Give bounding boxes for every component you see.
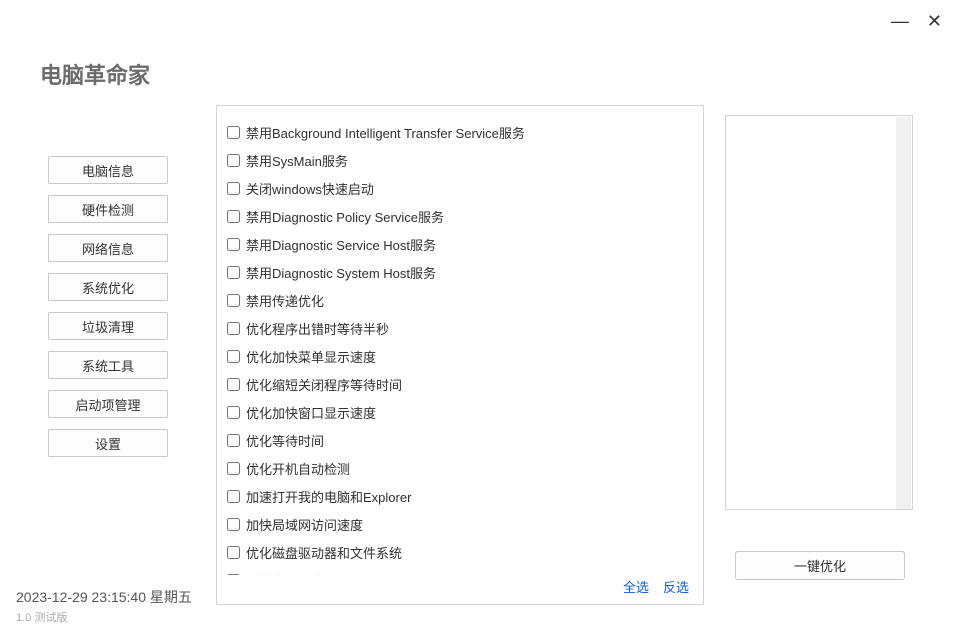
option-row: 优化加快菜单显示速度 [227,342,693,370]
option-row: 加快局域网访问速度 [227,510,693,538]
sidebar-item-label: 系统工具 [82,356,134,375]
option-row: 加快启动速度 [227,566,693,575]
option-label: 优化加快菜单显示速度 [246,347,376,366]
option-row: 禁用传递优化 [227,286,693,314]
option-label: 优化开机自动检测 [246,459,350,478]
option-row: 优化程序出错时等待半秒 [227,314,693,342]
option-checkbox[interactable] [227,182,240,195]
option-label: 优化缩短关闭程序等待时间 [246,375,402,394]
option-label: 关闭windows快速启动 [246,179,374,198]
option-label: 优化加快窗口显示速度 [246,403,376,422]
sidebar-item-systools[interactable]: 系统工具 [48,351,168,379]
scrollbar[interactable] [896,117,911,509]
option-checkbox[interactable] [227,546,240,559]
window-controls: — ✕ [891,12,942,30]
sidebar-item-pcinfo[interactable]: 电脑信息 [48,156,168,184]
optimize-button[interactable]: 一键优化 [735,551,905,580]
datetime-status: 2023-12-29 23:15:40 星期五 [16,587,192,607]
option-checkbox[interactable] [227,154,240,167]
select-all-link[interactable]: 全选 [623,577,649,596]
sidebar: 电脑信息 硬件检测 网络信息 系统优化 垃圾清理 系统工具 启动项管理 设置 [48,156,168,457]
option-checkbox[interactable] [227,434,240,447]
close-button[interactable]: ✕ [927,12,942,30]
options-list[interactable]: 禁用Background Intelligent Transfer Servic… [227,118,693,575]
sidebar-item-startup[interactable]: 启动项管理 [48,390,168,418]
sidebar-item-label: 网络信息 [82,239,134,258]
option-label: 优化程序出错时等待半秒 [246,319,389,338]
option-row: 优化等待时间 [227,426,693,454]
option-checkbox[interactable] [227,238,240,251]
option-row: 优化开机自动检测 [227,454,693,482]
option-row: 禁用Diagnostic System Host服务 [227,258,693,286]
sidebar-item-label: 垃圾清理 [82,317,134,336]
app-title: 电脑革命家 [40,58,150,90]
sidebar-item-label: 设置 [95,434,121,453]
option-label: 优化磁盘驱动器和文件系统 [246,543,402,562]
option-row: 优化磁盘驱动器和文件系统 [227,538,693,566]
option-checkbox[interactable] [227,266,240,279]
option-label: 禁用Diagnostic System Host服务 [246,263,436,282]
option-label: 禁用Background Intelligent Transfer Servic… [246,123,525,142]
option-checkbox[interactable] [227,406,240,419]
option-row: 禁用SysMain服务 [227,146,693,174]
option-label: 优化等待时间 [246,431,324,450]
sidebar-item-sysopt[interactable]: 系统优化 [48,273,168,301]
sidebar-item-settings[interactable]: 设置 [48,429,168,457]
option-checkbox[interactable] [227,210,240,223]
option-label: 加快局域网访问速度 [246,515,363,534]
option-checkbox[interactable] [227,350,240,363]
option-row: 优化加快窗口显示速度 [227,398,693,426]
sidebar-item-label: 硬件检测 [82,200,134,219]
option-checkbox[interactable] [227,490,240,503]
option-label: 禁用传递优化 [246,291,324,310]
minimize-button[interactable]: — [891,12,909,30]
sidebar-item-label: 系统优化 [82,278,134,297]
option-row: 加速打开我的电脑和Explorer [227,482,693,510]
option-label: 禁用SysMain服务 [246,151,348,170]
sidebar-item-label: 启动项管理 [75,395,140,414]
log-panel[interactable] [725,115,913,510]
option-row: 优化缩短关闭程序等待时间 [227,370,693,398]
sidebar-item-junkclean[interactable]: 垃圾清理 [48,312,168,340]
select-actions: 全选 反选 [227,575,693,596]
options-panel: 禁用Background Intelligent Transfer Servic… [216,105,704,605]
option-row: 禁用Diagnostic Service Host服务 [227,230,693,258]
invert-select-link[interactable]: 反选 [663,577,689,596]
sidebar-item-hwdetect[interactable]: 硬件检测 [48,195,168,223]
option-row: 禁用Diagnostic Policy Service服务 [227,202,693,230]
option-row: 关闭windows快速启动 [227,174,693,202]
version-label: 1.0 测试版 [16,609,67,625]
option-checkbox[interactable] [227,462,240,475]
option-label: 加速打开我的电脑和Explorer [246,487,411,506]
option-checkbox[interactable] [227,518,240,531]
option-checkbox[interactable] [227,322,240,335]
sidebar-item-label: 电脑信息 [82,161,134,180]
option-row: 禁用Background Intelligent Transfer Servic… [227,118,693,146]
option-checkbox[interactable] [227,294,240,307]
option-label: 禁用Diagnostic Policy Service服务 [246,207,444,226]
option-checkbox[interactable] [227,378,240,391]
optimize-button-label: 一键优化 [794,556,846,575]
sidebar-item-network[interactable]: 网络信息 [48,234,168,262]
option-label: 禁用Diagnostic Service Host服务 [246,235,436,254]
option-checkbox[interactable] [227,126,240,139]
